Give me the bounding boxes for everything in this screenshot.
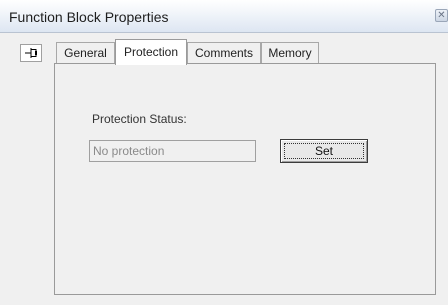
title-bar: Function Block Properties ✕ — [0, 0, 448, 33]
dialog-window: Function Block Properties ✕ General Prot… — [0, 0, 448, 305]
tab-comments[interactable]: Comments — [187, 42, 261, 64]
protection-status-field: No protection — [89, 140, 256, 162]
pin-icon — [25, 48, 37, 58]
tab-memory[interactable]: Memory — [261, 42, 319, 64]
tab-protection[interactable]: Protection — [115, 39, 187, 65]
close-icon[interactable]: ✕ — [435, 9, 448, 22]
tab-panel — [54, 63, 436, 295]
protection-status-label: Protection Status: — [92, 112, 187, 126]
set-button[interactable]: Set — [280, 139, 368, 163]
window-title: Function Block Properties — [9, 9, 169, 25]
tab-general[interactable]: General — [56, 42, 115, 64]
pin-button[interactable] — [20, 44, 42, 62]
set-button-label: Set — [314, 144, 333, 158]
